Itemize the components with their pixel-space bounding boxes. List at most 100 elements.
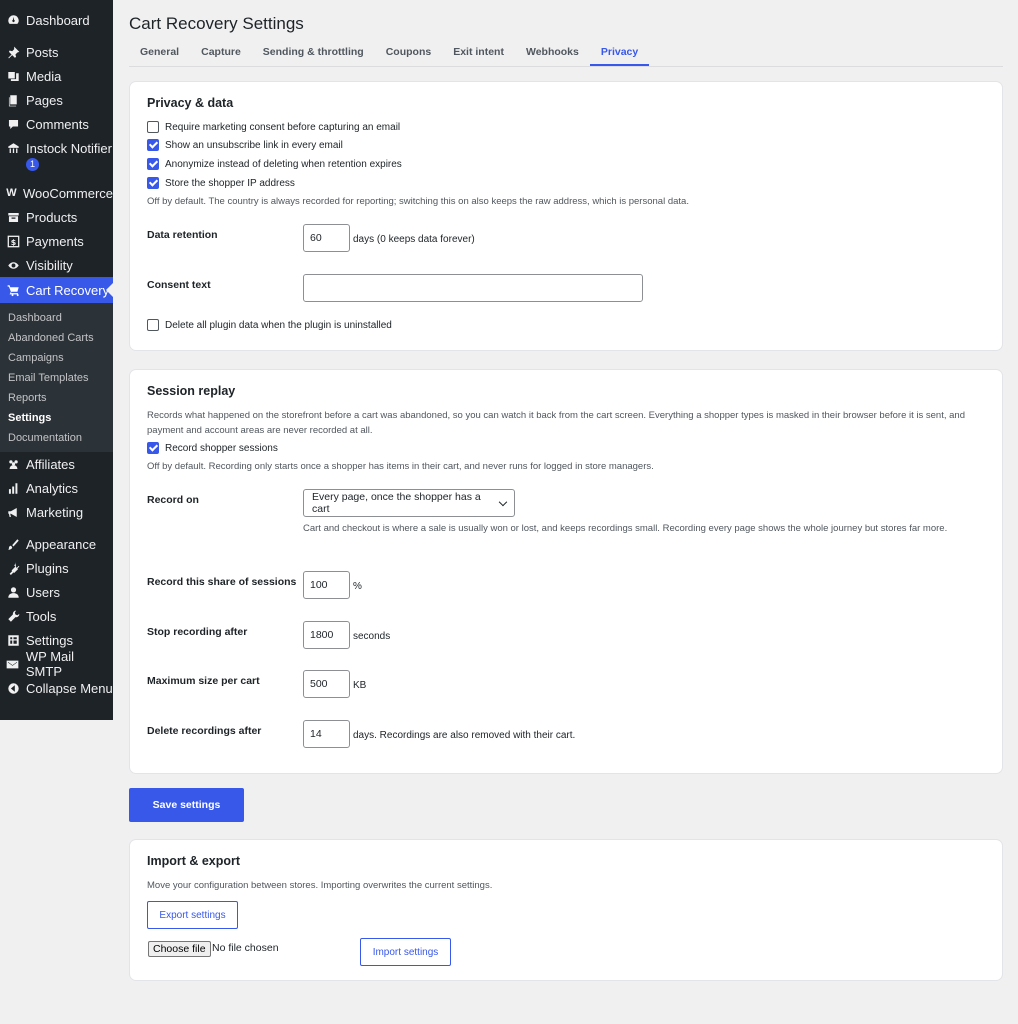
sidebar-item-comments[interactable]: Comments — [0, 112, 113, 136]
sidebar-item-woocommerce[interactable]: W WooCommerce — [0, 181, 113, 205]
tab-exit-intent[interactable]: Exit intent — [442, 39, 515, 66]
checkbox-label: Record shopper sessions — [165, 442, 278, 454]
sidebar-item-instock-notifier[interactable]: Instock Notifier 1 — [0, 136, 113, 176]
sidebar-item-media[interactable]: Media — [0, 64, 113, 88]
tab-sending-throttling[interactable]: Sending & throttling — [252, 39, 375, 66]
sidebar-item-wp-mail-smtp[interactable]: WP Mail SMTP — [0, 649, 113, 679]
submenu-item-email-templates[interactable]: Email Templates — [0, 368, 113, 388]
wrench-icon — [6, 609, 20, 623]
submenu-item-abandoned-carts[interactable]: Abandoned Carts — [0, 328, 113, 348]
data-retention-input[interactable]: 60 — [303, 224, 350, 252]
submenu-item-campaigns[interactable]: Campaigns — [0, 348, 113, 368]
delete-recordings-input[interactable]: 14 — [303, 720, 350, 748]
share-input[interactable]: 100 — [303, 571, 350, 599]
sidebar-item-label: Cart Recovery — [26, 282, 110, 298]
save-settings-button[interactable]: Save settings — [129, 788, 244, 822]
submenu-item-settings[interactable]: Settings — [0, 408, 113, 428]
store-icon — [6, 141, 20, 155]
sidebar-item-label: Payments — [26, 233, 84, 249]
dashboard-icon — [6, 13, 20, 27]
sidebar-item-label: WP Mail SMTP — [25, 649, 75, 679]
sidebar-item-label: Settings — [26, 632, 73, 648]
page-title: Cart Recovery Settings — [129, 14, 304, 33]
stop-recording-input[interactable]: 1800 — [303, 621, 350, 649]
sidebar-item-plugins[interactable]: Plugins — [0, 556, 113, 580]
submenu-item-dashboard[interactable]: Dashboard — [0, 308, 113, 328]
affiliates-icon — [6, 457, 20, 471]
session-intro-text: Records what happened on the storefront … — [147, 410, 965, 436]
tab-coupons[interactable]: Coupons — [375, 39, 443, 66]
comment-icon — [6, 117, 20, 131]
checkbox[interactable] — [147, 177, 159, 189]
sidebar-item-visibility[interactable]: Visibility — [0, 253, 113, 277]
export-settings-button[interactable]: Export settings — [147, 901, 238, 929]
chevron-down-icon — [498, 497, 508, 506]
check-delete-all-data[interactable]: Delete all plugin data when the plugin i… — [147, 319, 392, 331]
submenu-item-reports[interactable]: Reports — [0, 388, 113, 408]
privacy-card: Privacy & data Require marketing consent… — [129, 81, 1003, 351]
tab-capture[interactable]: Capture — [190, 39, 252, 66]
consent-text-label: Consent text — [147, 279, 211, 291]
sidebar-item-tools[interactable]: Tools — [0, 604, 113, 628]
stop-recording-label: Stop recording after — [147, 626, 248, 638]
share-unit: % — [353, 581, 362, 592]
check-require-consent[interactable]: Require marketing consent before capturi… — [147, 121, 400, 133]
sidebar-item-posts[interactable]: Posts — [0, 40, 113, 64]
sidebar-item-pages[interactable]: Pages — [0, 88, 113, 112]
sidebar-item-dashboard[interactable]: Dashboard — [0, 8, 113, 32]
sidebar-item-payments[interactable]: $ Payments — [0, 229, 113, 253]
sidebar-item-analytics[interactable]: Analytics — [0, 476, 113, 500]
submenu-item-documentation[interactable]: Documentation — [0, 428, 113, 448]
sidebar-item-label: Visibility — [26, 257, 73, 273]
chart-icon — [6, 481, 20, 495]
choose-file-button[interactable]: Choose file — [148, 941, 211, 957]
data-retention-unit: days (0 keeps data forever) — [353, 234, 475, 245]
record-on-label: Record on — [147, 494, 199, 506]
user-icon — [6, 585, 20, 599]
collapse-icon — [6, 681, 20, 695]
tab-general[interactable]: General — [129, 39, 190, 66]
sidebar-item-label: Posts — [26, 44, 59, 60]
check-record-sessions[interactable]: Record shopper sessions — [147, 442, 278, 454]
delete-recordings-label: Delete recordings after — [147, 725, 262, 737]
sidebar-item-appearance[interactable]: Appearance — [0, 532, 113, 556]
sidebar-item-label: Dashboard — [26, 12, 90, 28]
sidebar-item-label: Marketing — [26, 504, 84, 520]
sidebar-item-label: Plugins — [26, 560, 69, 576]
media-icon — [6, 69, 20, 83]
sidebar-item-label: Pages — [26, 92, 63, 108]
tab-webhooks[interactable]: Webhooks — [515, 39, 590, 66]
sidebar-item-marketing[interactable]: Marketing — [0, 500, 113, 524]
woo-icon: W — [6, 187, 17, 199]
sidebar-item-cart-recovery[interactable]: Cart Recovery — [0, 277, 113, 303]
sidebar-item-affiliates[interactable]: Affiliates — [0, 452, 113, 476]
sidebar-item-label: Comments — [26, 116, 89, 132]
max-size-unit: KB — [353, 680, 367, 691]
session-replay-heading: Session replay — [147, 384, 236, 398]
sidebar-item-label: Appearance — [26, 536, 97, 552]
sidebar-item-label: WooCommerce — [22, 185, 113, 201]
record-on-select[interactable]: Every page, once the shopper has a cart — [303, 489, 515, 517]
checkbox-label: Anonymize instead of deleting when reten… — [165, 158, 402, 170]
checkbox-label: Show an unsubscribe link in every email — [165, 139, 343, 151]
sidebar-item-collapse-menu[interactable]: Collapse Menu — [0, 676, 113, 700]
sidebar-item-products[interactable]: Products — [0, 205, 113, 229]
max-size-input[interactable]: 500 — [303, 670, 350, 698]
import-settings-button[interactable]: Import settings — [360, 938, 451, 966]
sidebar-item-label: Media — [26, 68, 62, 84]
check-anonymize[interactable]: Anonymize instead of deleting when reten… — [147, 158, 402, 170]
checkbox[interactable] — [147, 121, 159, 133]
eye-icon — [6, 258, 20, 272]
checkbox[interactable] — [147, 442, 159, 454]
tab-privacy[interactable]: Privacy — [589, 39, 650, 66]
sidebar-item-users[interactable]: Users — [0, 580, 113, 604]
checkbox[interactable] — [147, 139, 159, 151]
mail-icon — [6, 657, 20, 671]
consent-text-input[interactable] — [303, 274, 643, 302]
checkbox[interactable] — [147, 158, 159, 170]
pin-icon — [6, 45, 20, 59]
checkbox[interactable] — [147, 319, 159, 331]
check-store-ip[interactable]: Store the shopper IP address — [147, 177, 295, 189]
share-label: Record this share of sessions — [147, 576, 297, 588]
check-unsubscribe-link[interactable]: Show an unsubscribe link in every email — [147, 139, 343, 151]
